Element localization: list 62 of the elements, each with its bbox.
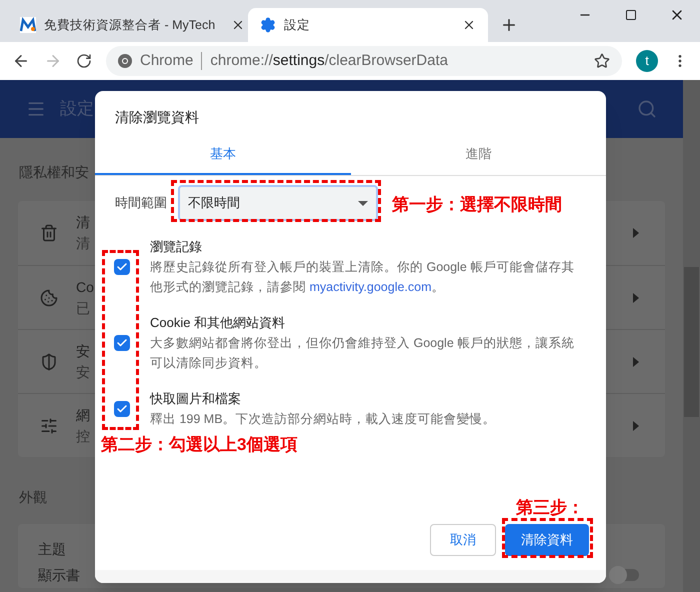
maximize-icon[interactable] (625, 9, 637, 21)
annotation-text: 第二步：勾選以上3個選項 (101, 434, 298, 456)
tab-title: 免費技術資源整合者 - MyTech (44, 16, 216, 34)
check-icon (116, 403, 128, 415)
back-icon[interactable] (12, 52, 30, 70)
checkbox[interactable] (114, 401, 130, 417)
row-icon (40, 416, 58, 434)
section-heading: 外觀 (19, 488, 47, 507)
dropdown-caret-icon (358, 200, 368, 206)
profile-avatar[interactable]: t (636, 50, 658, 72)
page-label: Chrome (140, 50, 194, 71)
annotation-text: 第一步：選擇不限時間 (392, 194, 562, 216)
option-description: 大多數網站都會將你登出，但你仍會維持登入 Google 帳戶的狀態，讓系統可以清除同步資料。 (150, 335, 576, 372)
gear-icon (260, 17, 276, 33)
activity-link[interactable]: myactivity.google.com (309, 280, 432, 294)
row-title: 顯示書 (38, 566, 80, 584)
browser-tab[interactable]: 設定 (248, 8, 488, 42)
reload-icon[interactable] (76, 53, 92, 69)
annotation-text: 第三步： (516, 497, 584, 519)
option-title: Cookie 和其他網站資料 (150, 314, 286, 332)
address-bar[interactable]: Chrome chrome://settings/clearBrowserData (106, 46, 622, 76)
expand-arrow-icon (633, 228, 639, 238)
field-label: 時間範圍 (115, 194, 167, 212)
row-subtitle: 清 (76, 234, 90, 253)
row-icon (40, 288, 58, 306)
option-description: 釋出 199 MB。下次造訪部分網站時，載入速度可能會變慢。 (150, 411, 497, 428)
checkbox[interactable] (114, 259, 130, 275)
section-heading: 隱私權和安 (19, 163, 89, 182)
option-title: 瀏覽記錄 (150, 238, 202, 256)
expand-arrow-icon (633, 292, 639, 302)
expand-arrow-icon (633, 356, 639, 366)
dialog-tab[interactable]: 基本 (95, 135, 350, 175)
row-title: 網 (76, 406, 90, 424)
row-subtitle: 安 (76, 362, 90, 382)
row-title: Co (76, 278, 94, 296)
toggle-switch[interactable] (611, 569, 639, 581)
expand-arrow-icon (633, 420, 639, 430)
dialog-tab[interactable]: 進階 (350, 135, 606, 175)
check-icon (116, 337, 128, 349)
option-title: 快取圖片和檔案 (150, 390, 241, 408)
option-description: 將歷史記錄從所有登入帳戶的裝置上清除。你的 Google 帳戶可能會儲存其他形式的瀏覽記錄，請參閱 myactivity.google.com。 (150, 259, 576, 296)
time-range-select[interactable]: 不限時間 (178, 185, 378, 221)
scrollbar[interactable] (683, 80, 700, 592)
row-subtitle: 已 (76, 298, 90, 318)
site-favicon-icon (20, 17, 36, 33)
dialog-title: 清除瀏覽資料 (115, 108, 200, 127)
row-icon (40, 224, 58, 242)
row-title: 清 (76, 213, 90, 232)
new-tab-icon[interactable] (500, 16, 518, 34)
check-icon (116, 261, 128, 273)
row-title: 安 (76, 342, 90, 360)
cancel-button[interactable]: 取消 (430, 524, 496, 556)
chrome-logo-icon (118, 54, 132, 68)
bookmark-star-icon[interactable] (594, 53, 610, 69)
checkbox[interactable] (114, 335, 130, 351)
row-icon (40, 352, 58, 370)
clear-data-button[interactable]: 清除資料 (505, 524, 589, 556)
row-title: 主題 (38, 540, 66, 558)
tab-title: 設定 (284, 16, 310, 34)
row-subtitle: 控 (76, 426, 90, 446)
url-text: chrome://settings/clearBrowserData (210, 50, 448, 71)
close-icon[interactable] (462, 18, 476, 32)
